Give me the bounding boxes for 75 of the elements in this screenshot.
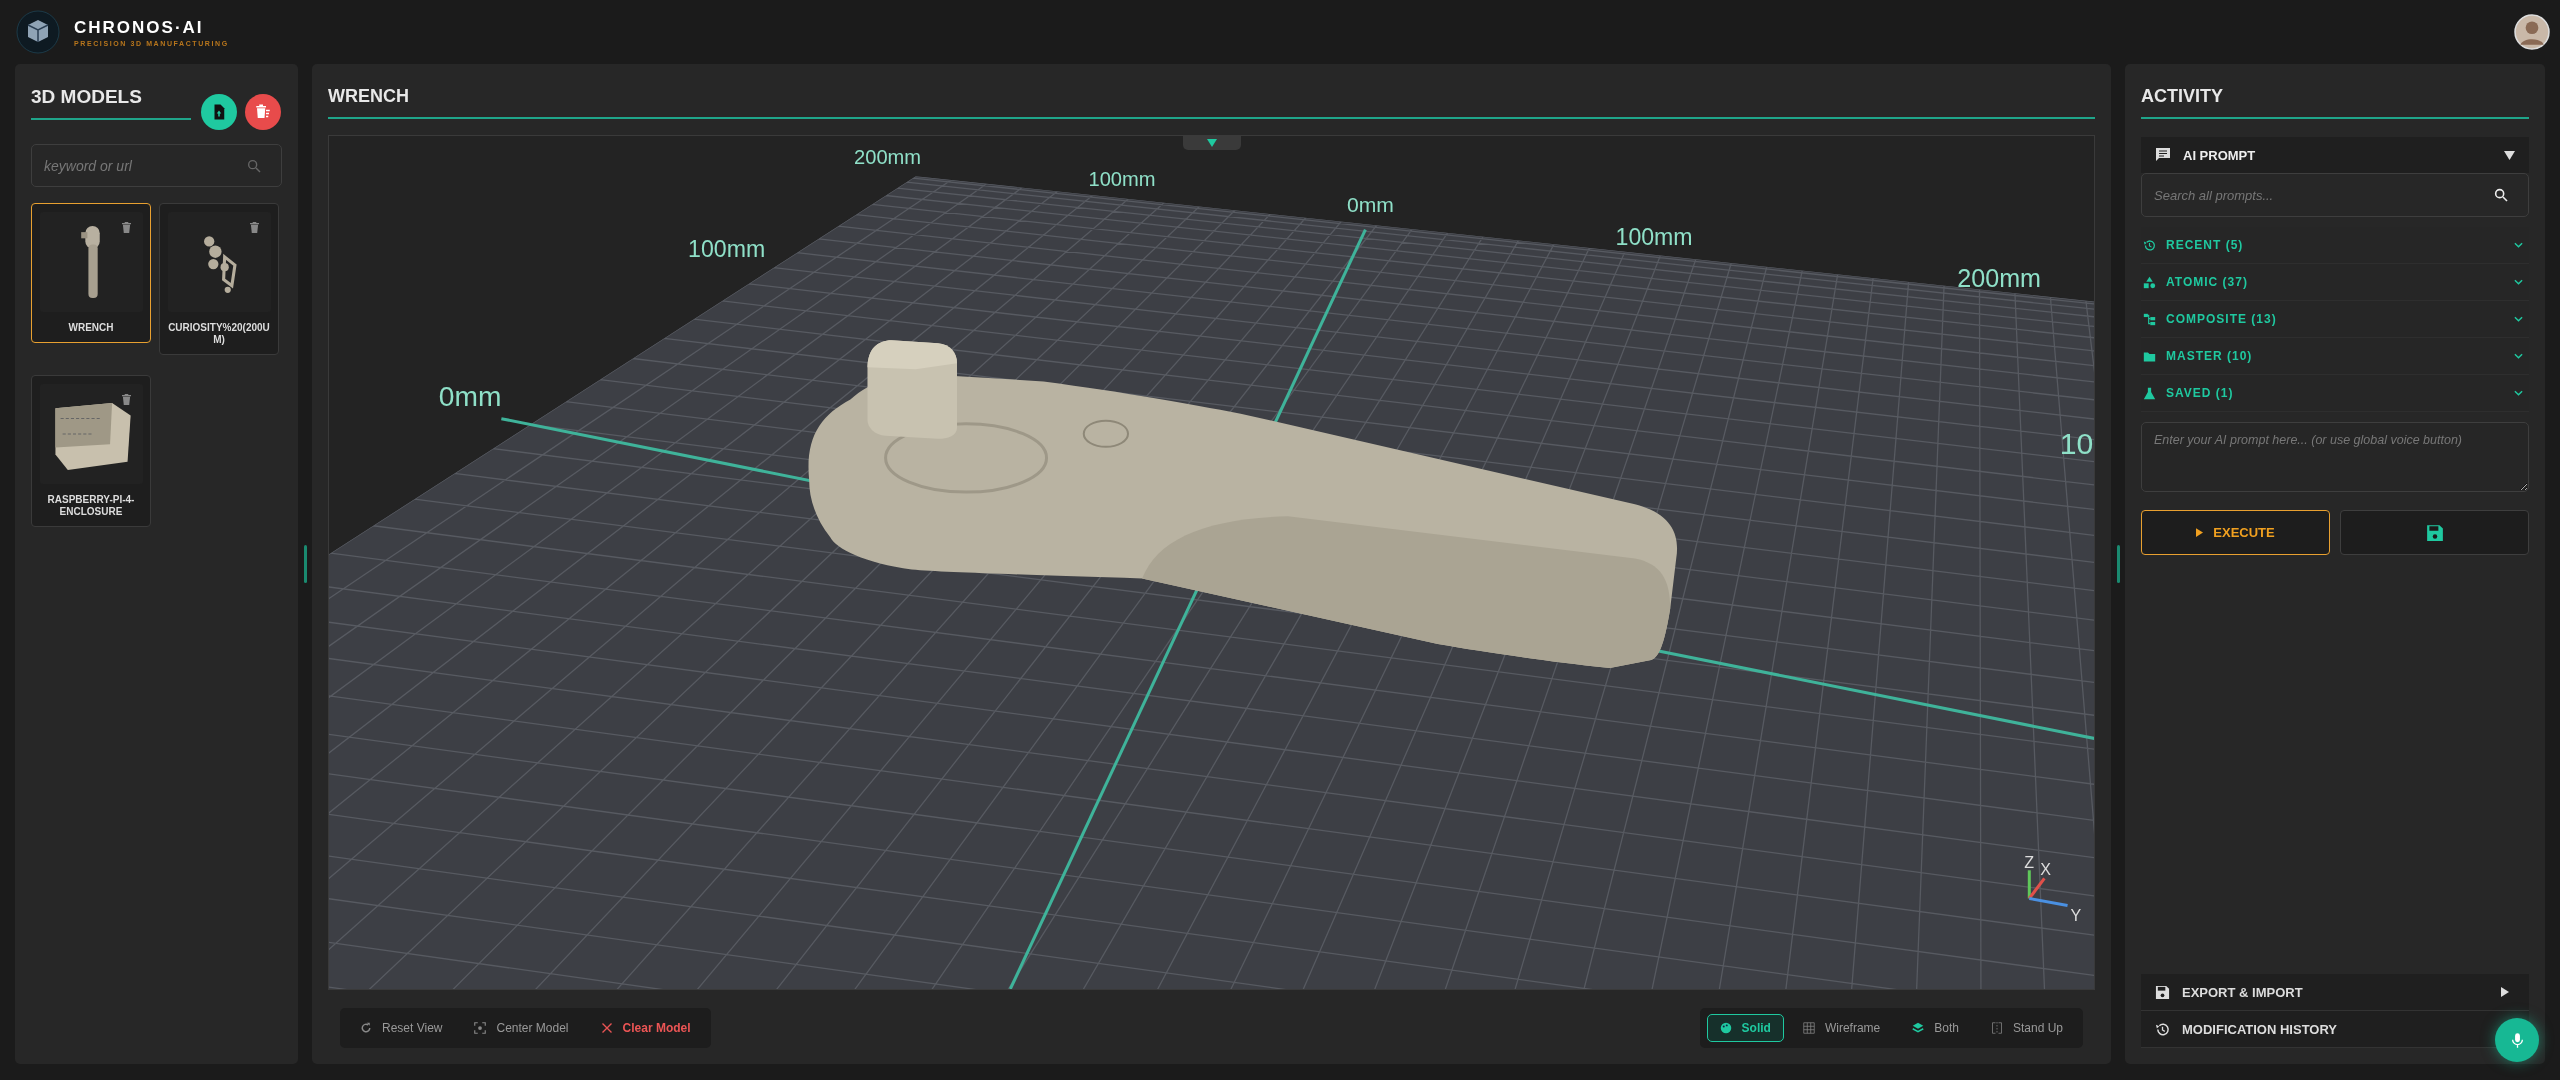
refresh-icon — [360, 1022, 372, 1034]
chat-icon — [2155, 147, 2171, 163]
panel-title: 3D MODELS — [31, 80, 191, 120]
palette-icon — [1719, 1022, 1732, 1034]
search-field[interactable]: Search all prompts... — [2141, 173, 2529, 217]
history-icon — [2143, 238, 2156, 252]
history-icon — [2155, 1021, 2170, 1037]
save-button[interactable] — [2340, 510, 2529, 555]
avatar[interactable] — [2514, 14, 2550, 50]
prompt-input[interactable]: Enter your AI prompt here... (or use global voice button) — [2141, 422, 2529, 492]
app-title: CHRONOS·AI — [74, 17, 205, 38]
model-name: CURIOSITY%20(200UM) — [167, 322, 271, 346]
scale-label: 100mm — [688, 235, 766, 262]
search-icon — [2493, 187, 2509, 203]
scale-label: 100mm — [1088, 168, 1156, 191]
scale-label: 10 — [2059, 426, 2094, 460]
rover-model-drawing — [203, 236, 237, 293]
upload-button[interactable] — [201, 94, 237, 130]
trash-icon[interactable] — [249, 222, 259, 233]
scale-label: 200mm — [854, 146, 922, 169]
chevron-icon — [2514, 353, 2523, 359]
play-icon — [2196, 528, 2204, 537]
scale-label: 0mm — [438, 380, 502, 412]
scale-label: 200mm — [1957, 263, 2041, 292]
layers-icon — [1912, 1022, 1925, 1034]
accordion-header[interactable]: AI PROMPT — [2141, 137, 2529, 173]
trash-icon[interactable] — [121, 222, 131, 233]
close-icon — [600, 1022, 613, 1034]
scale-label: 100mm — [1615, 223, 1693, 250]
logo-icon — [16, 10, 60, 54]
scale-label: 0mm — [1346, 193, 1394, 217]
chevron-icon — [2514, 279, 2523, 285]
voice-button[interactable] — [2495, 1018, 2539, 1062]
toolbar-button[interactable]: Reset View — [347, 1014, 456, 1042]
execute-button[interactable]: EXECUTE — [2141, 510, 2330, 555]
axis-gizmo-drawing: Z X Y — [2024, 853, 2082, 924]
mode-button[interactable]: Wireframe — [1789, 1014, 1894, 1042]
shapes-icon — [2143, 275, 2156, 289]
model-card[interactable]: WRENCH — [31, 203, 151, 343]
save-icon — [2155, 984, 2170, 1000]
microphone-icon — [2510, 1031, 2524, 1049]
trash-icon — [254, 103, 272, 121]
focus-icon — [474, 1022, 487, 1034]
resize-handle[interactable] — [303, 545, 307, 583]
folder-icon — [2143, 349, 2156, 363]
chevron-icon — [2514, 242, 2523, 248]
chevron-icon — [2514, 316, 2523, 322]
hierarchy-icon — [2143, 312, 2156, 326]
save-icon — [2425, 523, 2444, 542]
model-card[interactable]: RASPBERRY-PI-4-ENCLOSURE — [31, 375, 151, 527]
search-icon — [246, 157, 262, 174]
grid-icon — [1802, 1022, 1815, 1034]
panel-title: ACTIVITY — [2141, 80, 2529, 119]
trash-icon[interactable] — [121, 394, 131, 405]
3d-viewport[interactable]: 200mm 100mm 0mm 100mm 200mm 100mm 0mm 10 Z X Y — [328, 135, 2095, 990]
model-card[interactable]: CURIOSITY%20(200UM) — [159, 203, 279, 355]
mode-button[interactable]: Both — [1899, 1014, 1972, 1042]
collapse-tab[interactable] — [1182, 136, 1241, 150]
caret-icon — [1206, 139, 1217, 147]
model-name: WRENCH — [68, 322, 114, 334]
section-row[interactable]: EXPORT & IMPORT — [2141, 974, 2529, 1011]
toolbar-button[interactable]: Center Model — [461, 1014, 582, 1042]
mode-button[interactable]: Solid — [1706, 1014, 1784, 1042]
panel-title: WRENCH — [328, 80, 2095, 119]
resize-handle[interactable] — [2116, 545, 2120, 583]
play-icon — [2501, 987, 2509, 997]
split-icon — [1990, 1022, 2003, 1034]
delete-all-button[interactable] — [245, 94, 281, 130]
search-field[interactable]: keyword or url — [31, 144, 282, 187]
chevron-icon — [2514, 390, 2523, 396]
mode-button[interactable]: Stand Up — [1977, 1014, 2076, 1042]
model-name: RASPBERRY-PI-4-ENCLOSURE — [46, 494, 136, 518]
section-row[interactable]: MODIFICATION HISTORY — [2141, 1011, 2529, 1048]
toolbar-button[interactable]: Clear Model — [587, 1014, 704, 1042]
flask-icon — [2143, 386, 2156, 400]
